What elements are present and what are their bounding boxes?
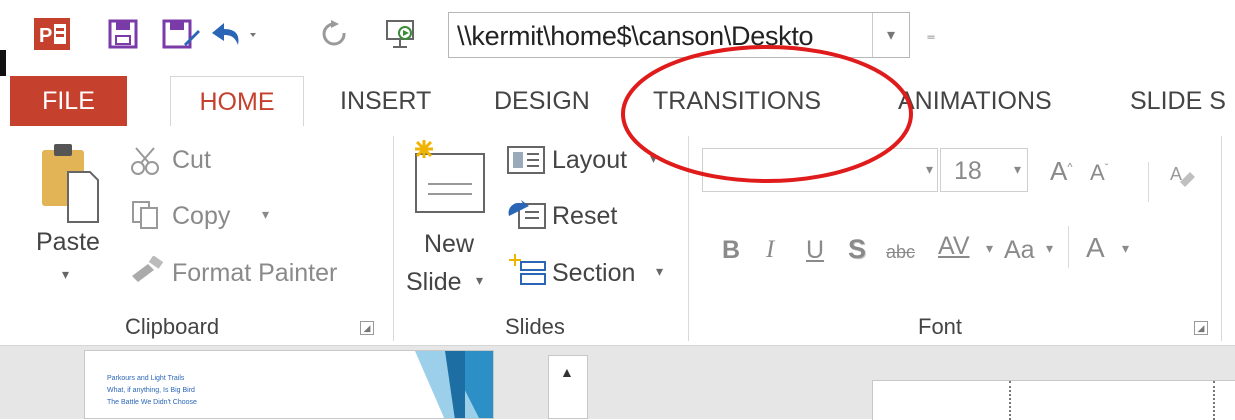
chevron-down-icon[interactable]: ▾: [926, 161, 933, 178]
font-name-combobox[interactable]: ▾: [702, 148, 938, 192]
ribbon-tabs: FILE HOME INSERT DESIGN TRANSITIONS ANIM…: [0, 76, 1235, 127]
underline-button[interactable]: U: [806, 236, 824, 265]
thumbnail-text: The Battle We Didn't Choose: [107, 399, 197, 406]
guide-line: [1213, 381, 1215, 420]
tab-design[interactable]: DESIGN: [494, 76, 590, 126]
tab-transitions[interactable]: TRANSITIONS: [653, 76, 821, 126]
svg-text:A: A: [1170, 164, 1182, 184]
thumbnail-text: What, if anything, Is Big Bird: [107, 387, 195, 394]
scroll-up-icon[interactable]: ▲: [560, 364, 574, 380]
strikethrough-button[interactable]: abc: [886, 242, 915, 263]
chevron-down-icon[interactable]: ▾: [872, 13, 909, 57]
clear-formatting-icon[interactable]: A: [1168, 160, 1198, 190]
tab-home[interactable]: HOME: [170, 76, 304, 127]
chevron-down-icon[interactable]: ▾: [1014, 161, 1021, 178]
quick-access-toolbar: P \\kermit\home$\canson\Deskto ▾ ₌: [0, 0, 1235, 76]
layout-icon[interactable]: [505, 144, 549, 176]
redo-icon[interactable]: [318, 12, 350, 56]
format-painter-button[interactable]: Format Painter: [172, 259, 337, 288]
tab-animations[interactable]: ANIMATIONS: [898, 76, 1052, 126]
copy-button[interactable]: Copy: [172, 202, 230, 231]
save-icon[interactable]: [105, 12, 141, 56]
new-slide-label[interactable]: New: [424, 230, 474, 259]
clipboard-group-label: Clipboard: [125, 314, 220, 339]
slides-group-label: Slides: [505, 314, 565, 339]
section-dropdown-icon[interactable]: ▾: [656, 263, 663, 280]
save-as-icon[interactable]: [160, 12, 204, 56]
font-size-combobox[interactable]: 18 ▾: [940, 148, 1028, 192]
font-launcher-icon[interactable]: ◢: [1194, 321, 1208, 335]
slide-canvas[interactable]: [872, 380, 1235, 420]
copy-icon[interactable]: [130, 200, 162, 230]
slide-thumbnail[interactable]: Parkours and Light Trails What, if anyth…: [84, 350, 494, 419]
customize-qat-icon[interactable]: ₌: [918, 12, 944, 56]
thumbnail-text: Parkours and Light Trails: [107, 375, 185, 382]
reset-icon[interactable]: [505, 198, 549, 232]
group-separator: [688, 136, 689, 341]
tab-file[interactable]: FILE: [10, 76, 127, 126]
file-path-text: \\kermit\home$\canson\Deskto: [457, 21, 814, 51]
paste-label[interactable]: Paste: [36, 228, 100, 257]
group-separator: [393, 136, 394, 341]
font-color-button[interactable]: A: [1086, 232, 1105, 264]
undo-icon[interactable]: [205, 12, 261, 56]
new-slide-label-2[interactable]: Slide: [406, 268, 462, 297]
chevron-down-icon[interactable]: ▾: [1122, 240, 1129, 257]
new-slide-icon[interactable]: [410, 138, 488, 218]
cut-icon[interactable]: [130, 146, 162, 176]
reset-button[interactable]: Reset: [552, 202, 617, 231]
font-size-value: 18: [954, 157, 982, 185]
chevron-down-icon[interactable]: ▾: [986, 240, 993, 257]
font-separator: [1068, 226, 1069, 268]
copy-dropdown-icon[interactable]: ▾: [262, 206, 269, 223]
svg-text:P: P: [39, 25, 52, 47]
shadow-button[interactable]: S: [848, 234, 866, 265]
section-button[interactable]: Section: [552, 259, 635, 288]
bold-button[interactable]: B: [722, 236, 740, 265]
italic-button[interactable]: I: [766, 236, 774, 264]
thumbnail-scrollbar[interactable]: ▲: [548, 355, 588, 419]
character-spacing-button[interactable]: AV: [938, 232, 970, 261]
grow-font-icon[interactable]: A^: [1050, 156, 1073, 187]
font-group-label: Font: [918, 314, 963, 339]
tab-slide-show[interactable]: SLIDE S: [1130, 76, 1226, 126]
format-painter-icon[interactable]: [128, 255, 166, 286]
layout-button[interactable]: Layout: [552, 146, 627, 175]
slide-design-graphic: [415, 351, 493, 418]
cut-button[interactable]: Cut: [172, 146, 211, 175]
layout-dropdown-icon[interactable]: ▾: [650, 150, 657, 167]
ribbon-home: Paste ▾ Cut Copy ▾ Format Painter Clipbo…: [0, 126, 1235, 346]
paste-icon[interactable]: [38, 138, 102, 226]
new-slide-dropdown-icon[interactable]: ▾: [476, 272, 483, 289]
section-icon[interactable]: [505, 252, 549, 288]
file-path-combobox[interactable]: \\kermit\home$\canson\Deskto ▾: [448, 12, 910, 58]
font-separator: [1148, 162, 1149, 202]
chevron-down-icon[interactable]: ▾: [1046, 240, 1053, 257]
group-separator: [1221, 136, 1222, 341]
change-case-button[interactable]: Aa: [1004, 236, 1035, 265]
from-beginning-icon[interactable]: [380, 12, 420, 56]
paste-dropdown-icon[interactable]: ▾: [62, 266, 69, 283]
powerpoint-logo-icon: P: [33, 12, 71, 56]
tab-insert[interactable]: INSERT: [340, 76, 431, 126]
clipboard-launcher-icon[interactable]: ◢: [360, 321, 374, 335]
guide-line: [1009, 381, 1011, 420]
shrink-font-icon[interactable]: Aˇ: [1090, 160, 1108, 186]
